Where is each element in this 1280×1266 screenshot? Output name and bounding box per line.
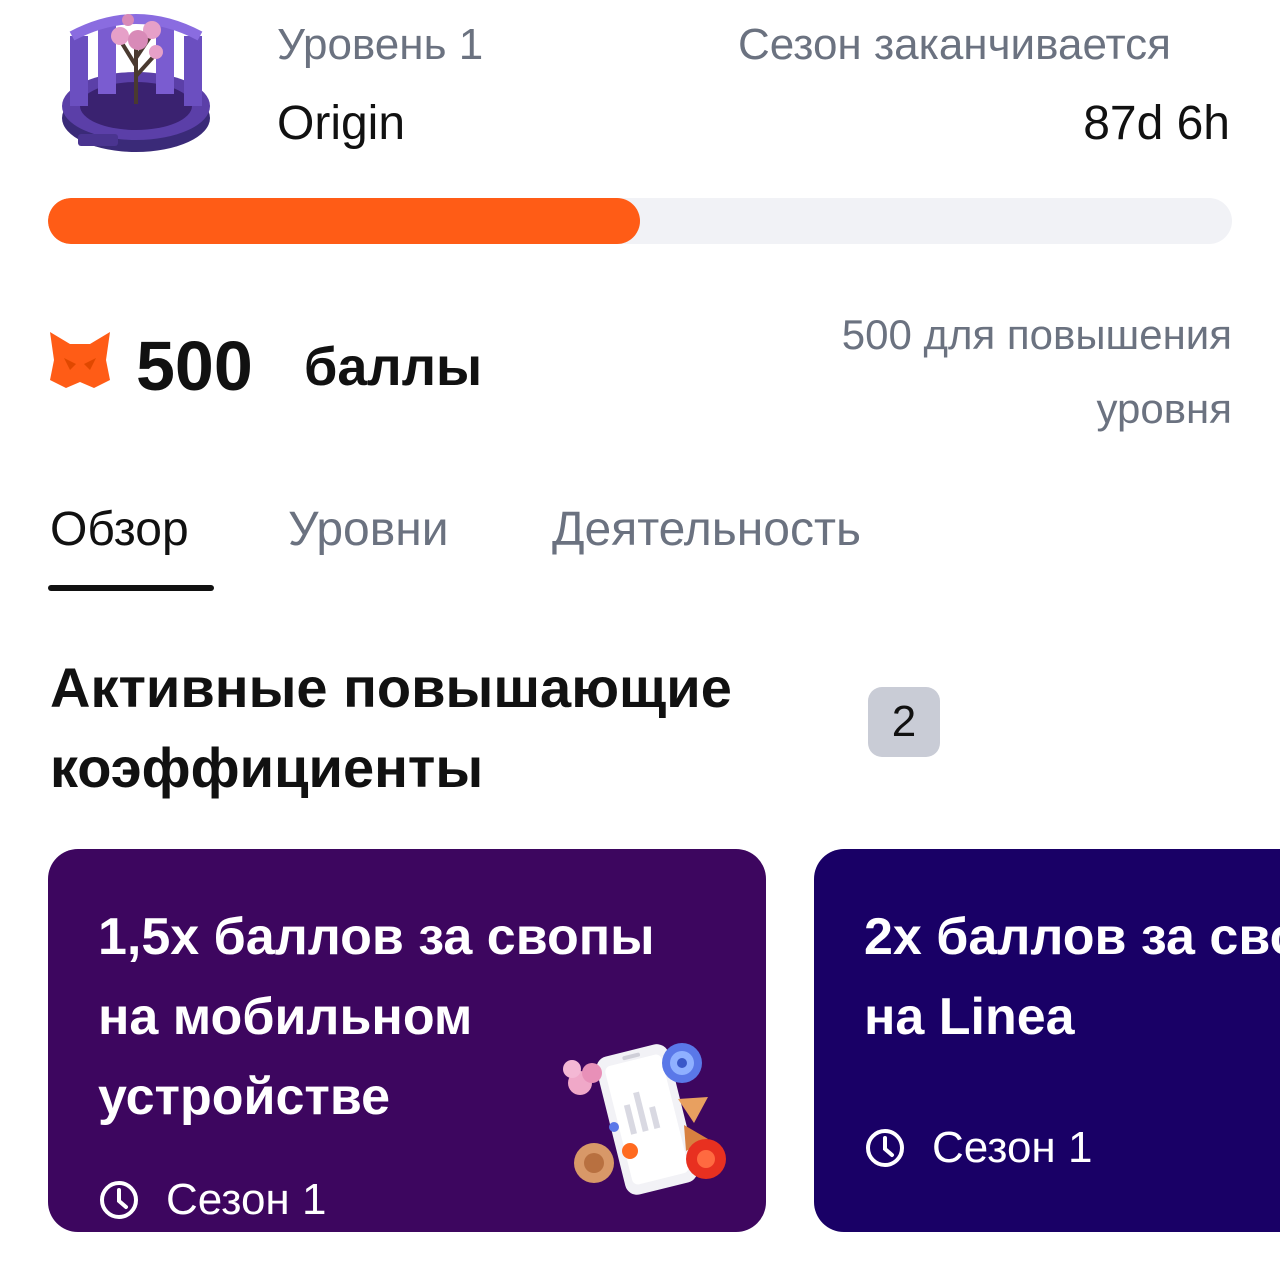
boosts-count-badge: 2	[868, 687, 940, 757]
boost-card-title-line: 1,5x баллов за свопы	[98, 908, 655, 966]
boost-card-season: Сезон 1	[864, 1123, 1092, 1173]
fox-icon	[48, 330, 112, 390]
boost-card-season-label: Сезон 1	[932, 1123, 1093, 1172]
clock-icon	[100, 1181, 138, 1219]
active-tab-indicator	[48, 585, 214, 591]
tab-overview[interactable]: Обзор	[50, 502, 189, 557]
tab-levels[interactable]: Уровни	[288, 502, 449, 557]
level-progress-fill	[48, 198, 640, 244]
level-label: Уровень 1	[277, 20, 484, 69]
tab-activity[interactable]: Деятельность	[552, 502, 861, 557]
level-illustration	[58, 6, 214, 156]
level-name: Origin	[277, 97, 406, 150]
boost-card-season-label: Сезон 1	[166, 1175, 327, 1224]
points-value: 500	[136, 327, 253, 405]
boost-card-mobile-swaps[interactable]: 1,5x баллов за свопы на мобильном устрой…	[48, 849, 766, 1232]
season-time-remaining: 87d 6h	[1083, 97, 1230, 150]
active-boosts-title: Активные повышающие коэффициенты	[50, 656, 732, 799]
points-unit: баллы	[304, 337, 483, 397]
boost-card-title-line: на Linea	[864, 988, 1075, 1046]
boost-card-title-line: 2x баллов за свопы	[864, 908, 1280, 966]
boost-card-title: 2x баллов за свопы на Linea	[864, 897, 1280, 1057]
points-to-next-level: 500 для повышения уровня	[841, 311, 1232, 432]
phone-illustration	[558, 1039, 748, 1199]
season-label: Сезон заканчивается	[738, 20, 1171, 69]
boost-card-linea-swaps[interactable]: 2x баллов за свопы на Linea Сезон 1	[814, 849, 1280, 1232]
clock-icon	[866, 1129, 904, 1167]
level-progress-bar	[48, 198, 1232, 244]
boost-card-season: Сезон 1	[98, 1175, 326, 1225]
